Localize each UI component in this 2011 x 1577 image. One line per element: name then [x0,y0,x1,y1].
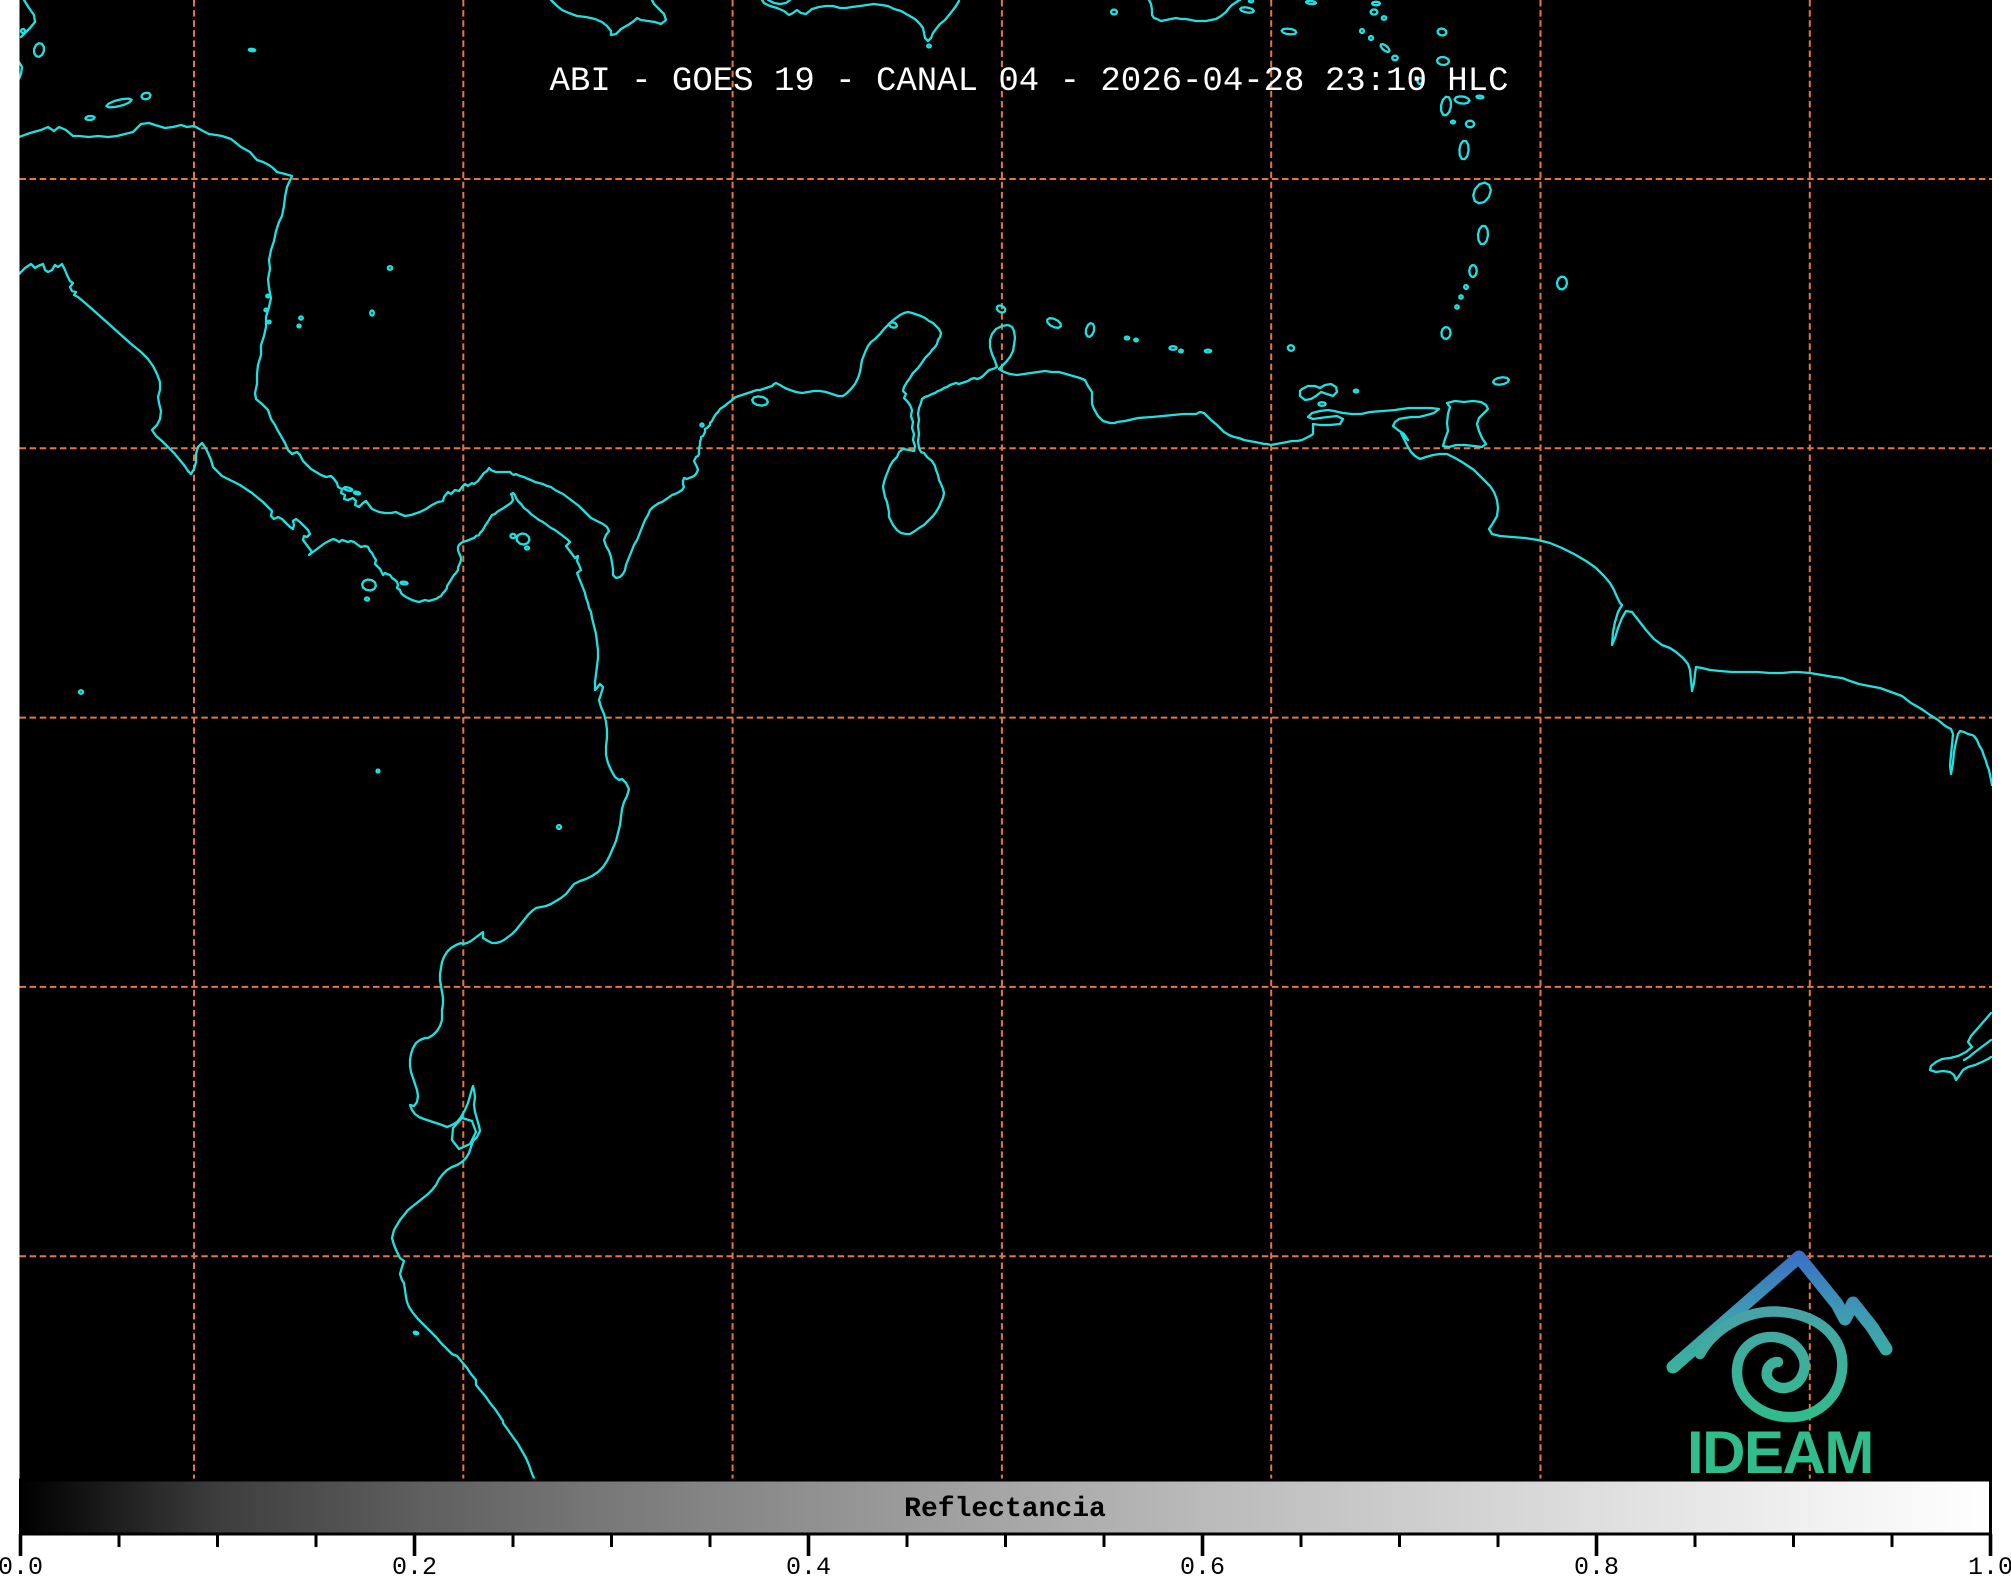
svg-text:IDEAM: IDEAM [1687,1419,1873,1486]
svg-text:Reflectancia: Reflectancia [904,1494,1106,1525]
svg-text:0.6: 0.6 [1180,1553,1225,1577]
svg-text:0.0: 0.0 [0,1553,43,1577]
svg-text:0.4: 0.4 [786,1553,831,1577]
svg-text:0.8: 0.8 [1574,1553,1619,1577]
svg-text:0.2: 0.2 [392,1553,437,1577]
svg-text:1.0: 1.0 [1968,1553,2011,1577]
svg-text:ABI - GOES 19 - CANAL 04 - 202: ABI - GOES 19 - CANAL 04 - 2026-04-28 23… [550,63,1509,101]
